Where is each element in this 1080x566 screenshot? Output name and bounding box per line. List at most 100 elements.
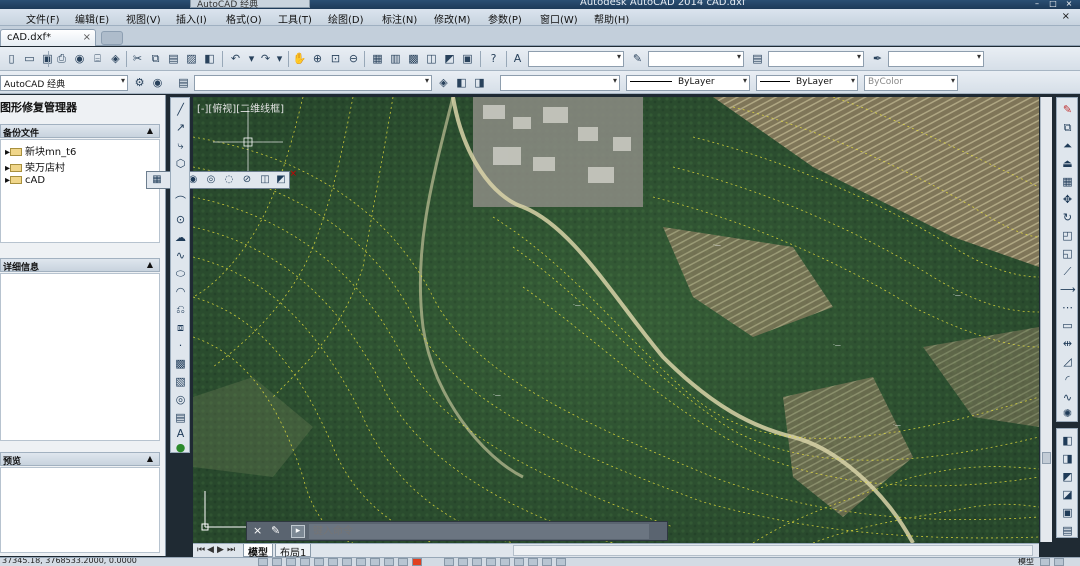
- color-select[interactable]: ▾: [500, 75, 620, 91]
- open-icon[interactable]: ▭: [22, 51, 37, 66]
- tab-model[interactable]: 模型: [243, 544, 273, 559]
- new-tab-button[interactable]: [101, 31, 123, 45]
- undo-icon[interactable]: ↶: [228, 51, 243, 66]
- collapse-icon[interactable]: ▲: [147, 260, 153, 269]
- no-entry-icon[interactable]: ⊘: [240, 173, 254, 187]
- revcloud-icon[interactable]: ☁: [173, 230, 188, 245]
- menu-tools[interactable]: 工具(T): [278, 11, 312, 26]
- construction-line-icon[interactable]: ↗: [173, 120, 188, 135]
- am-icon[interactable]: [486, 558, 496, 566]
- isolate-icon[interactable]: [556, 558, 566, 566]
- 3dosnap-icon[interactable]: [342, 558, 352, 566]
- redo-dropdown-icon[interactable]: ▾: [272, 51, 287, 66]
- preview-icon[interactable]: ◉: [72, 51, 87, 66]
- workspace-settings-icon[interactable]: ⚙: [132, 75, 147, 90]
- ortho-icon[interactable]: [300, 558, 310, 566]
- doc-close-icon[interactable]: ×: [1062, 11, 1070, 22]
- text-style-icon[interactable]: A: [510, 51, 525, 66]
- menu-view[interactable]: 视图(V): [126, 11, 161, 26]
- last-tab-icon[interactable]: ⏭: [227, 545, 235, 555]
- mirror-icon[interactable]: ⏶: [1060, 138, 1075, 153]
- sc-icon[interactable]: [472, 558, 482, 566]
- extend-icon[interactable]: ⟶: [1060, 282, 1076, 297]
- menu-params[interactable]: 参数(P): [488, 11, 522, 26]
- rotate-icon[interactable]: ↻: [1060, 210, 1075, 225]
- send-under-icon[interactable]: ◪: [1060, 487, 1075, 502]
- torus-icon[interactable]: ◌: [222, 173, 236, 187]
- cut-icon[interactable]: ✂: [130, 51, 145, 66]
- ducs-icon[interactable]: [370, 558, 380, 566]
- dim-style-select[interactable]: ▾: [648, 51, 744, 67]
- zoom-window-icon[interactable]: ⊡: [328, 51, 343, 66]
- close-icon[interactable]: ×: [1062, 0, 1076, 8]
- insert-block-icon[interactable]: ⎌: [173, 302, 188, 317]
- point-icon[interactable]: ·: [173, 338, 188, 353]
- float-close-icon[interactable]: ×: [289, 169, 297, 179]
- drawing-canvas[interactable]: ·— ·— ·— ·— ·— ·— [-][俯视][二维线框]: [193, 97, 1039, 543]
- minimize-icon[interactable]: –: [1030, 0, 1044, 8]
- blend-icon[interactable]: ∿: [1060, 390, 1075, 405]
- trim-icon[interactable]: ⟋: [1060, 264, 1075, 279]
- collapse-icon[interactable]: ▲: [147, 126, 153, 135]
- cylinder-icon[interactable]: ◎: [204, 173, 218, 187]
- move-icon[interactable]: ✥: [1060, 192, 1075, 207]
- design-center-icon[interactable]: ▥: [388, 51, 403, 66]
- layer-previous-icon[interactable]: ◧: [454, 75, 469, 90]
- mleader-style-select[interactable]: ▾: [888, 51, 984, 67]
- clean-screen-icon[interactable]: [1054, 558, 1064, 566]
- menu-edit[interactable]: 编辑(E): [75, 11, 109, 26]
- qat-workspace-box[interactable]: AutoCAD 经典: [190, 0, 310, 9]
- polygon-icon[interactable]: ⬡: [173, 156, 188, 171]
- table-style-select[interactable]: ▾: [768, 51, 864, 67]
- menu-help[interactable]: 帮助(H): [594, 11, 629, 26]
- tree-item-file[interactable]: ▸ 荣万店村: [5, 159, 65, 174]
- annotation-scale-icon[interactable]: [1040, 558, 1050, 566]
- layer-current-icon[interactable]: ◈: [436, 75, 451, 90]
- add-selected-icon[interactable]: ●: [173, 440, 188, 455]
- zoom-previous-icon[interactable]: ⊖: [346, 51, 361, 66]
- command-input[interactable]: [309, 524, 649, 539]
- snap-icon[interactable]: [272, 558, 282, 566]
- plotstyle-select[interactable]: ByColor ▾: [864, 75, 958, 91]
- lineweight-select[interactable]: ByLayer ▾: [756, 75, 858, 91]
- menu-insert[interactable]: 插入(I): [176, 11, 207, 26]
- spline-icon[interactable]: ∿: [173, 248, 188, 263]
- grid-display-icon[interactable]: [286, 558, 296, 566]
- menu-file[interactable]: 文件(F): [26, 11, 60, 26]
- horizontal-scrollbar[interactable]: [513, 545, 1033, 556]
- lock-icon[interactable]: [528, 558, 538, 566]
- ellipse-icon[interactable]: ⬭: [173, 266, 188, 281]
- close-icon[interactable]: ×: [253, 524, 262, 537]
- menu-dimension[interactable]: 标注(N): [382, 11, 417, 26]
- infer-constraints-icon[interactable]: [258, 558, 268, 566]
- otrack-icon[interactable]: [356, 558, 366, 566]
- send-back-icon[interactable]: ◨: [1060, 451, 1075, 466]
- arc-icon[interactable]: ⌒: [173, 194, 188, 209]
- pan-icon[interactable]: ✋: [292, 51, 307, 66]
- table-icon[interactable]: ▤: [173, 410, 188, 425]
- layer-select[interactable]: ▾: [194, 75, 432, 91]
- array-icon[interactable]: ▦: [1060, 174, 1075, 189]
- fillet-icon[interactable]: ◜: [1060, 372, 1075, 387]
- scale-icon[interactable]: ◰: [1060, 228, 1075, 243]
- dim-style-icon[interactable]: ✎: [630, 51, 645, 66]
- dyn-icon[interactable]: [384, 558, 394, 566]
- matchprop-icon[interactable]: ▨: [184, 51, 199, 66]
- publish-icon[interactable]: ◈: [108, 51, 123, 66]
- mtext-icon[interactable]: A: [173, 426, 188, 441]
- tool-palettes-icon[interactable]: ▩: [406, 51, 421, 66]
- break-at-point-icon[interactable]: ▭: [1060, 318, 1075, 333]
- polar-icon[interactable]: [314, 558, 324, 566]
- scrollbar-thumb[interactable]: [1042, 452, 1051, 464]
- command-prompt-icon[interactable]: ▸: [291, 525, 305, 538]
- sheet-set-icon[interactable]: ◫: [424, 51, 439, 66]
- vertical-scrollbar[interactable]: [1040, 97, 1052, 542]
- line-icon[interactable]: ╱: [173, 102, 188, 117]
- first-tab-icon[interactable]: ⏮: [197, 545, 205, 555]
- workspace-save-icon[interactable]: ◉: [150, 75, 165, 90]
- join-icon[interactable]: ⇹: [1060, 336, 1075, 351]
- menu-modify[interactable]: 修改(M): [434, 11, 470, 26]
- solid-icon[interactable]: ◩: [274, 173, 288, 187]
- layer-manager-icon[interactable]: ▤: [176, 75, 191, 90]
- text-style-select[interactable]: ▾: [528, 51, 624, 67]
